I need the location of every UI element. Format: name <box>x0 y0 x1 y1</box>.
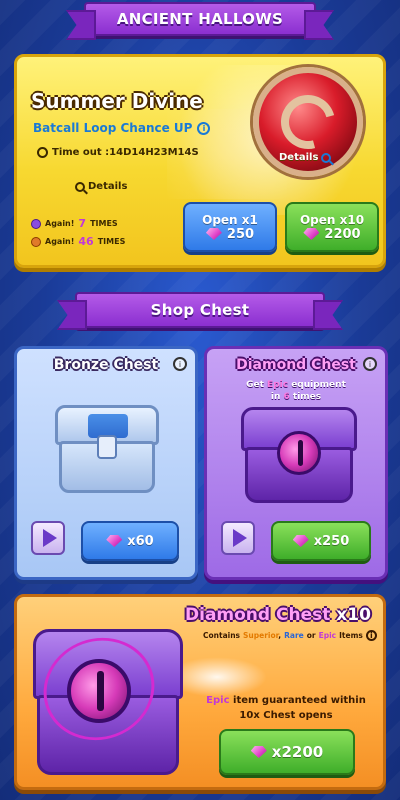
event-subtitle-text: Batcall Loop Chance UP <box>33 121 193 135</box>
again-row-2: Again! 46 TIMES <box>31 235 125 248</box>
diamond-cost: x250 <box>313 533 350 549</box>
diamond-chest-title: Diamond Chest <box>236 357 356 373</box>
open-x1-cost: 250 <box>226 226 255 242</box>
gem-icon <box>205 228 222 240</box>
diamond-chest-x10-title: Diamond Chest x10 <box>185 605 371 625</box>
info-icon[interactable]: i <box>365 630 377 641</box>
shop-banner: Shop Chest <box>75 292 325 328</box>
gem-icon <box>292 535 309 547</box>
bronze-chest-image[interactable] <box>51 405 163 501</box>
lock-icon <box>97 435 117 459</box>
bronze-chest-card: Bronze Chest i x60 <box>14 346 198 580</box>
gem-icon <box>303 228 320 240</box>
orange-coin-icon <box>31 236 41 247</box>
magnifier-icon <box>75 181 85 192</box>
open-x10-button[interactable]: Open x10 2200 <box>285 202 379 252</box>
diamond-x10-cost: x2200 <box>271 743 324 761</box>
event-banner-title: ANCIENT HALLOWS <box>116 10 284 28</box>
open-x1-button[interactable]: Open x1 250 <box>183 202 277 252</box>
again-count: 46 <box>78 235 94 248</box>
diamond-chest-x10-image[interactable] <box>23 619 193 787</box>
event-banner: ANCIENT HALLOWS <box>84 2 316 36</box>
details-link-right[interactable]: Details <box>279 152 332 163</box>
clock-icon <box>37 147 48 158</box>
timer-text: Time out :14D14H23M14S <box>52 147 199 158</box>
info-icon[interactable]: i <box>197 121 211 135</box>
again-unit: TIMES <box>90 219 118 228</box>
info-icon[interactable]: i <box>173 357 187 371</box>
bronze-chest-title: Bronze Chest <box>53 357 159 373</box>
diamond-chest-x10-card: Diamond Chest x10 Contains Superior, Rar… <box>14 594 386 790</box>
watch-ad-play-button[interactable] <box>31 521 65 555</box>
again-label: Again! <box>45 219 75 228</box>
bronze-cost: x60 <box>127 533 154 549</box>
shop-banner-title: Shop Chest <box>150 301 250 319</box>
eye-gem-icon <box>67 659 131 723</box>
open-x10-label: Open x10 <box>299 212 365 227</box>
event-name: Summer Divine <box>31 89 203 113</box>
diamond-chest-card: Diamond Chest i Get Epic equipment in 6 … <box>204 346 388 580</box>
again-count: 7 <box>78 217 87 230</box>
again-unit: TIMES <box>97 237 126 246</box>
again-row-1: Again! 7 TIMES <box>31 217 118 230</box>
event-subtitle[interactable]: Batcall Loop Chance UP i <box>33 121 211 135</box>
contains-line: Contains Superior, Rare or Epic Items i <box>203 630 377 641</box>
open-x1-label: Open x1 <box>202 212 258 227</box>
bronze-buy-button[interactable]: x60 <box>81 521 179 561</box>
open-x10-cost: 2200 <box>324 226 361 242</box>
info-icon[interactable]: i <box>363 357 377 371</box>
purple-coin-icon <box>31 218 41 229</box>
gem-icon <box>106 535 123 547</box>
event-card: Summer Divine Batcall Loop Chance UP i T… <box>14 54 386 268</box>
diamond-chest-description: Get Epic equipment in 6 times <box>246 380 346 402</box>
guarantee-description: Epic item guaranteed within 10x Chest op… <box>206 695 366 721</box>
event-timer: Time out :14D14H23M14S <box>37 147 199 158</box>
again-label: Again! <box>45 237 75 246</box>
details-label: Details <box>88 181 128 192</box>
details-label: Details <box>279 152 319 163</box>
gem-icon <box>250 746 267 758</box>
diamond-x10-buy-button[interactable]: x2200 <box>219 729 355 775</box>
eye-gem-icon <box>277 431 321 475</box>
diamond-chest-image[interactable] <box>237 407 361 511</box>
watch-ad-play-button[interactable] <box>221 521 255 555</box>
details-link-left[interactable]: Details <box>75 181 127 192</box>
magnifier-icon <box>321 152 332 163</box>
diamond-buy-button[interactable]: x250 <box>271 521 371 561</box>
